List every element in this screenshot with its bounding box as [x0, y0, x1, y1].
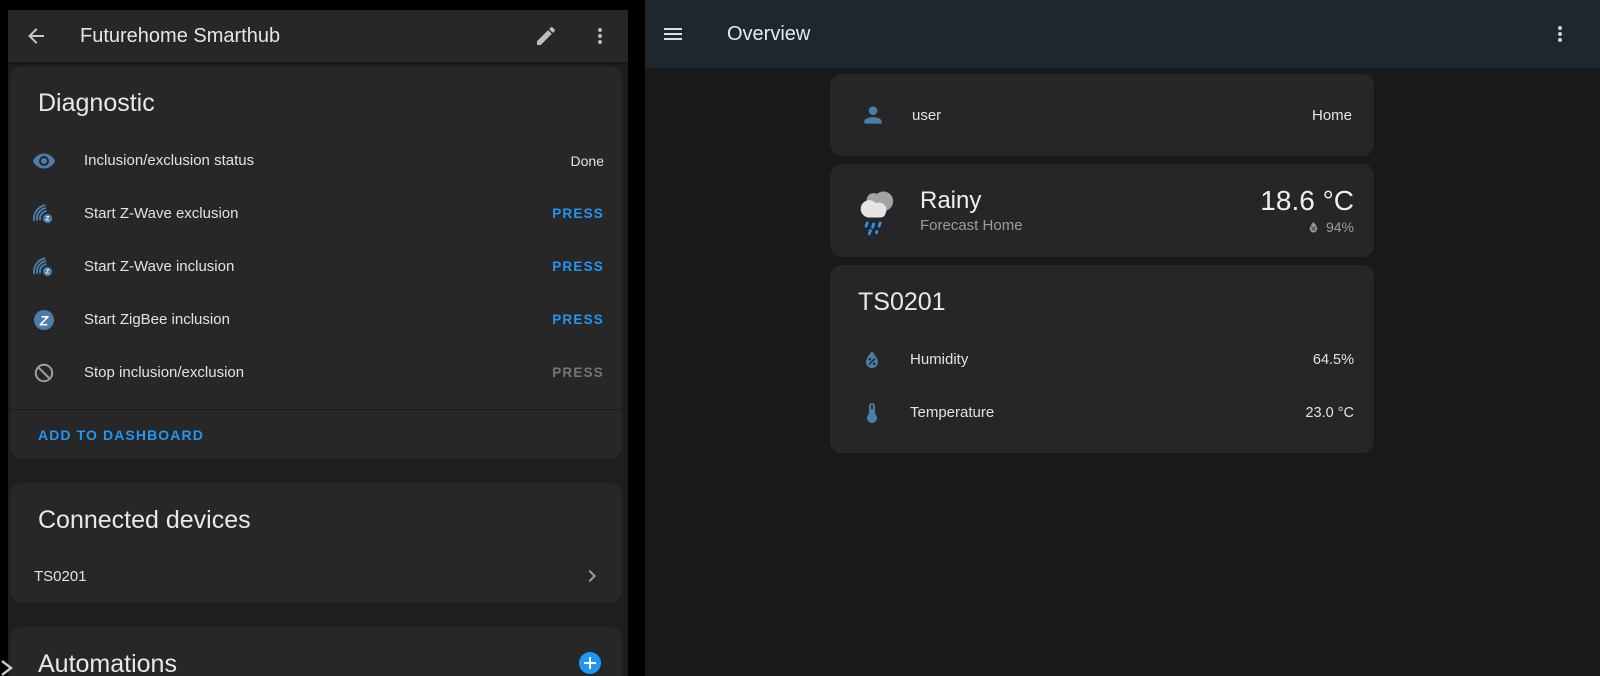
- row-label: Temperature: [910, 404, 994, 421]
- row-label: Inclusion/exclusion status: [84, 152, 254, 169]
- row-label: Start Z-Wave exclusion: [84, 205, 239, 222]
- press-button[interactable]: PRESS: [552, 206, 604, 221]
- connected-devices-card: Connected devices TS0201: [10, 483, 622, 603]
- thermometer-icon: [860, 401, 884, 425]
- overview-panel: Overview user Home: [645, 0, 1600, 676]
- svg-text:Z: Z: [46, 268, 50, 275]
- row-value: 23.0 °C: [1305, 405, 1354, 421]
- row-label: Start ZigBee inclusion: [84, 311, 230, 328]
- device-page-panel: Futurehome Smarthub Diagnostic Inclusion…: [8, 10, 628, 676]
- row-zwave-inclusion[interactable]: Z Start Z-Wave inclusion PRESS: [10, 240, 622, 293]
- press-button[interactable]: PRESS: [552, 259, 604, 274]
- weather-entity-name: Forecast Home: [920, 217, 1023, 234]
- temperature-row[interactable]: Temperature 23.0 °C: [830, 386, 1374, 439]
- row-zigbee-inclusion[interactable]: Z Start ZigBee inclusion PRESS: [10, 293, 622, 346]
- automations-title: Automations: [10, 627, 622, 676]
- row-value: Done: [571, 153, 604, 169]
- diagnostic-card: Diagnostic Inclusion/exclusion status Do…: [10, 66, 622, 459]
- humidity-icon: [860, 348, 884, 372]
- account-icon: [860, 102, 886, 128]
- edit-icon[interactable]: [534, 24, 558, 48]
- svg-text:Z: Z: [46, 215, 50, 222]
- row-value: 64.5%: [1313, 352, 1354, 368]
- eye-icon: [32, 149, 56, 173]
- screen: Futurehome Smarthub Diagnostic Inclusion…: [0, 0, 1600, 676]
- weather-values: 18.6 °C 94%: [1260, 186, 1354, 235]
- weather-condition: Rainy: [920, 188, 1023, 214]
- weather-rainy-icon: [852, 185, 904, 237]
- weather-text: Rainy Forecast Home: [920, 188, 1023, 234]
- press-button-disabled: PRESS: [552, 365, 604, 380]
- row-inclusion-status[interactable]: Inclusion/exclusion status Done: [10, 134, 622, 187]
- add-automation-icon[interactable]: [578, 651, 602, 675]
- zigbee-icon: Z: [32, 308, 56, 332]
- sensor-card-title: TS0201: [830, 265, 1374, 333]
- overview-header: Overview: [645, 0, 1600, 68]
- device-page-content: Diagnostic Inclusion/exclusion status Do…: [8, 62, 628, 676]
- device-name: TS0201: [34, 568, 87, 585]
- weather-humidity: 94%: [1326, 219, 1354, 235]
- row-label: Humidity: [910, 351, 968, 368]
- humidity-row[interactable]: Humidity 64.5%: [830, 333, 1374, 386]
- chevron-right-icon: [580, 564, 604, 588]
- zwave-icon: Z: [32, 202, 56, 226]
- dashboard-column: user Home: [830, 74, 1374, 453]
- press-button[interactable]: PRESS: [552, 312, 604, 327]
- overflow-menu-icon[interactable]: [588, 24, 612, 48]
- diagnostic-card-footer: ADD TO DASHBOARD: [10, 410, 622, 459]
- sensor-card: TS0201 Humidity 64.5% Temperature 23.0 °…: [830, 265, 1374, 453]
- svg-text:Z: Z: [39, 312, 49, 328]
- user-card[interactable]: user Home: [830, 74, 1374, 156]
- connected-devices-title: Connected devices: [10, 483, 622, 551]
- weather-card[interactable]: Rainy Forecast Home 18.6 °C 94%: [830, 164, 1374, 257]
- corner-chevron-icon: [0, 658, 14, 676]
- dashboard-title: Overview: [727, 23, 810, 46]
- weather-humidity-row: 94%: [1260, 219, 1354, 235]
- user-name: user: [912, 107, 941, 124]
- add-to-dashboard-button[interactable]: ADD TO DASHBOARD: [38, 427, 204, 443]
- user-state: Home: [1312, 107, 1352, 124]
- water-percent-icon: [1306, 220, 1321, 235]
- zwave-icon: Z: [32, 255, 56, 279]
- automations-card: Automations: [10, 627, 622, 676]
- connected-device-row[interactable]: TS0201: [10, 551, 622, 601]
- back-icon[interactable]: [24, 24, 48, 48]
- overflow-menu-icon[interactable]: [1548, 22, 1572, 46]
- row-label: Stop inclusion/exclusion: [84, 364, 244, 381]
- row-stop-inclusion[interactable]: Stop inclusion/exclusion PRESS: [10, 346, 622, 399]
- stop-icon: [32, 361, 56, 385]
- diagnostic-card-title: Diagnostic: [10, 66, 622, 134]
- menu-icon[interactable]: [661, 22, 685, 46]
- weather-temperature: 18.6 °C: [1260, 186, 1354, 216]
- device-page-header: Futurehome Smarthub: [8, 10, 628, 62]
- row-label: Start Z-Wave inclusion: [84, 258, 234, 275]
- row-zwave-exclusion[interactable]: Z Start Z-Wave exclusion PRESS: [10, 187, 622, 240]
- page-title: Futurehome Smarthub: [80, 25, 280, 48]
